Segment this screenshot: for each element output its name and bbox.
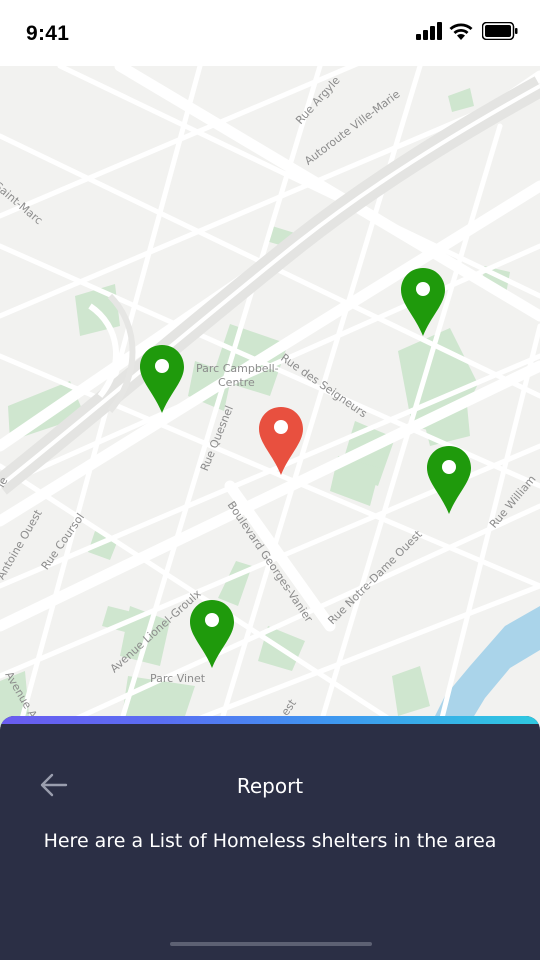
street-label: Parc Campbell- bbox=[196, 362, 279, 375]
sheet-title: Report bbox=[236, 774, 304, 798]
map-view[interactable]: Rue Argyle Autoroute Ville-Marie Saint-M… bbox=[0, 66, 540, 726]
shelter-pin[interactable] bbox=[188, 598, 236, 670]
map-base bbox=[0, 66, 540, 726]
status-bar: 9:41 bbox=[0, 0, 540, 66]
status-time: 9:41 bbox=[26, 22, 70, 45]
current-location-pin[interactable] bbox=[257, 405, 305, 477]
home-indicator[interactable] bbox=[170, 942, 372, 946]
shelter-pin[interactable] bbox=[138, 343, 186, 415]
sheet-gradient-bar bbox=[0, 716, 540, 724]
street-label: Parc Vinet bbox=[150, 672, 206, 685]
signal-icon bbox=[416, 22, 442, 40]
sheet-message: Here are a List of Homeless shelters in … bbox=[43, 830, 497, 852]
wifi-icon bbox=[449, 23, 473, 40]
shelter-pin[interactable] bbox=[425, 444, 473, 516]
battery-icon bbox=[482, 22, 518, 40]
shelter-pin[interactable] bbox=[399, 266, 447, 338]
report-sheet: Report Here are a List of Homeless shelt… bbox=[0, 716, 540, 960]
street-label: Centre bbox=[218, 376, 255, 389]
